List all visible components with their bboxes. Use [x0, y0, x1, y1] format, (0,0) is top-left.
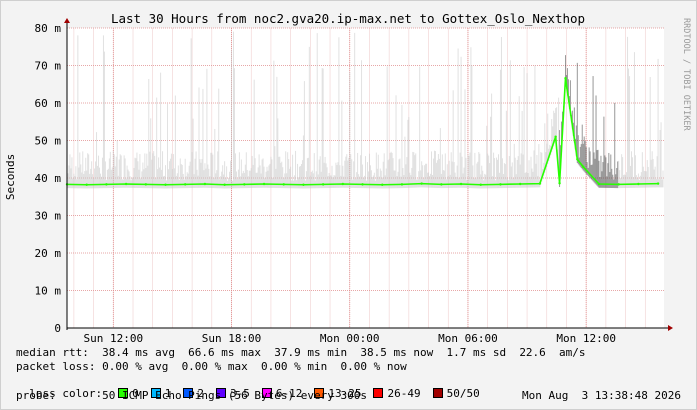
y-tick-labels: 0 10 m 20 m 30 m 40 m 50 m 60 m 70 m 80 m — [35, 22, 62, 335]
median-rtt-point — [400, 183, 404, 186]
median-rtt-point — [637, 182, 640, 186]
median-rtt-point — [361, 183, 364, 186]
median-rtt-point — [262, 182, 266, 186]
y-tick-label: 30 m — [35, 210, 62, 223]
median-rtt-point — [617, 183, 620, 186]
median-rtt-point — [582, 165, 585, 168]
median-rtt-point — [105, 183, 108, 186]
median-rtt-point — [223, 183, 226, 186]
rrdtool-credit: RRDTOOL / TOBI OETIKER — [681, 18, 691, 131]
packet-loss-line: packet loss: 0.00 % avg 0.00 % max 0.00 … — [16, 360, 407, 373]
y-tick-label: 0 — [54, 322, 61, 335]
median-rtt-point — [597, 182, 601, 186]
median-rtt-point — [656, 182, 660, 185]
y-tick-label: 20 m — [35, 247, 62, 260]
median-rtt-point — [243, 183, 246, 186]
y-tick-label: 40 m — [35, 172, 62, 185]
loss-color-item: 26-49 — [373, 387, 421, 400]
median-rtt-point — [184, 183, 187, 186]
median-rtt-point — [302, 183, 305, 186]
median-rtt-point — [558, 182, 561, 185]
x-tick-label: Sun 18:00 — [202, 332, 262, 345]
y-tick-label: 80 m — [35, 22, 62, 35]
median-rtt-point — [85, 183, 88, 186]
loss-color-item: 50/50 — [432, 387, 480, 400]
median-rtt-point — [459, 182, 463, 186]
median-rtt-point — [144, 183, 148, 186]
x-tick-label: Mon 12:00 — [556, 332, 616, 345]
loss-color-swatch — [373, 388, 384, 398]
median-rtt-point — [321, 183, 325, 186]
y-axis-label: Seconds — [4, 154, 17, 200]
median-rtt-point — [282, 183, 285, 186]
median-rtt-line: median rtt: 38.4 ms avg 66.6 ms max 37.9… — [16, 346, 586, 359]
median-rtt-point — [479, 183, 482, 186]
median-rtt-point — [164, 183, 167, 186]
median-rtt-point — [440, 183, 443, 186]
y-tick-label: 50 m — [35, 135, 62, 148]
loss-color-swatch-label: 26-49 — [387, 387, 421, 400]
timestamp: Mon Aug 3 13:38:48 2026 — [522, 389, 681, 402]
median-rtt-point — [499, 183, 502, 186]
y-tick-label: 70 m — [35, 60, 62, 73]
median-rtt-point — [518, 182, 522, 186]
chart-title: Last 30 Hours from noc2.gva20.ip-max.net… — [111, 11, 585, 26]
median-rtt-point — [420, 182, 423, 185]
median-rtt-point — [124, 182, 128, 186]
x-tick-label: Mon 06:00 — [438, 332, 498, 345]
probe-line: probe: 50 ICMP Echo Pings (56 Bytes) eve… — [16, 389, 367, 402]
loss-color-swatch-label: 50/50 — [446, 387, 480, 400]
y-tick-label: 10 m — [35, 285, 62, 298]
median-rtt-point — [554, 135, 557, 138]
median-rtt-point — [203, 182, 207, 186]
median-rtt-point — [538, 182, 542, 185]
median-rtt-point — [341, 182, 345, 186]
x-tick-label: Sun 12:00 — [83, 332, 143, 345]
median-rtt-point — [381, 183, 384, 186]
loss-color-swatch — [432, 388, 443, 398]
y-tick-label: 60 m — [35, 97, 62, 110]
x-tick-label: Mon 00:00 — [320, 332, 380, 345]
median-rtt-point — [564, 77, 567, 80]
median-rtt-point — [576, 158, 579, 161]
